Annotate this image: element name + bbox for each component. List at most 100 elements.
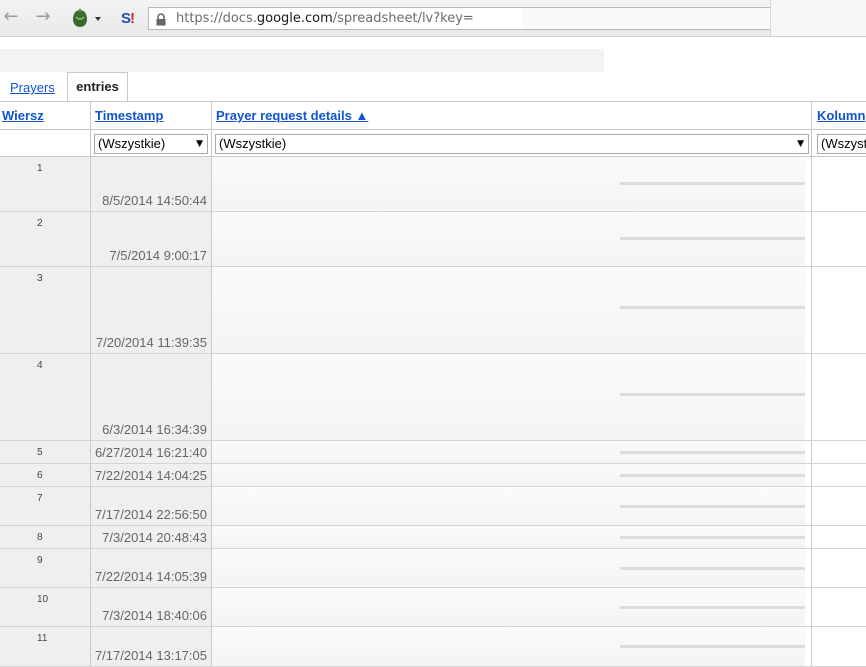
table-row[interactable]: 3 7/20/2014 11:39:35 — [0, 267, 866, 354]
timestamp-value: 7/17/2014 22:56:50 — [94, 507, 207, 522]
next-column-cell[interactable] — [812, 549, 866, 587]
timestamp-cell[interactable]: 7/17/2014 22:56:50 — [91, 487, 212, 525]
row-number: 4 — [0, 354, 91, 440]
timestamp-filter-select[interactable]: (Wszystkie) ▼ — [94, 134, 208, 154]
redaction-edge — [620, 474, 805, 477]
prayer-details-cell[interactable] — [212, 212, 812, 266]
row-number: 6 — [0, 464, 91, 486]
timestamp-value: 7/20/2014 11:39:35 — [95, 335, 207, 350]
next-column-cell[interactable] — [812, 526, 866, 548]
redaction-edge — [620, 306, 805, 309]
next-column-cell[interactable] — [812, 354, 866, 440]
prayer-details-cell[interactable] — [212, 627, 812, 666]
table-row[interactable]: 1 8/5/2014 14:50:44 — [0, 157, 866, 212]
column-header-timestamp[interactable]: Timestamp — [93, 102, 212, 130]
table-row[interactable]: 8 7/3/2014 20:48:43 — [0, 526, 866, 549]
back-icon[interactable]: ← — [0, 6, 22, 28]
column-header-next[interactable]: Kolumn — [815, 102, 866, 130]
column-divider — [90, 101, 91, 157]
next-column-cell[interactable] — [812, 464, 866, 486]
timestamp-cell[interactable]: 8/5/2014 14:50:44 — [91, 157, 212, 211]
table-row[interactable]: 10 7/3/2014 18:40:06 — [0, 588, 866, 627]
row-number: 11 — [0, 627, 91, 666]
redaction-edge — [620, 567, 805, 570]
column-header-prayer-request-details[interactable]: Prayer request details ▲ — [214, 102, 812, 130]
prayer-details-cell[interactable] — [212, 157, 812, 211]
table-row[interactable]: 9 7/22/2014 14:05:39 — [0, 549, 866, 588]
column-header-row[interactable]: Wiersz — [0, 102, 91, 130]
timestamp-cell[interactable]: 7/20/2014 11:39:35 — [91, 267, 212, 353]
stumbleupon-icon[interactable]: S ! — [120, 7, 138, 32]
table-row[interactable]: 6 7/22/2014 14:04:25 — [0, 464, 866, 487]
next-column-cell[interactable] — [812, 588, 866, 626]
forward-icon[interactable]: → — [32, 6, 54, 28]
timestamp-value: 7/17/2014 13:17:05 — [94, 648, 207, 663]
filter-row: (Wszystkie) ▼ (Wszystkie) ▼ (Wszysti — [0, 130, 866, 157]
extension-menu-icon[interactable] — [70, 7, 104, 34]
row-number: 7 — [0, 487, 91, 525]
column-divider — [211, 101, 212, 157]
prayer-details-cell[interactable] — [212, 588, 812, 626]
list-view-grid: Wiersz Timestamp Prayer request details … — [0, 101, 866, 667]
redaction-edge — [620, 645, 805, 648]
tab-prayers[interactable]: Prayers — [10, 80, 55, 95]
timestamp-cell[interactable]: 7/22/2014 14:04:25 — [91, 464, 212, 486]
dropdown-arrow-icon: ▼ — [797, 139, 804, 149]
redacted-content — [212, 588, 805, 626]
table-row[interactable]: 4 6/3/2014 16:34:39 — [0, 354, 866, 441]
prayer-details-cell[interactable] — [212, 441, 812, 463]
redacted-content — [212, 212, 805, 266]
timestamp-cell[interactable]: 7/3/2014 20:48:43 — [91, 526, 212, 548]
redacted-content — [212, 157, 805, 211]
redaction-edge — [620, 182, 805, 185]
prayer-details-cell[interactable] — [212, 549, 812, 587]
row-number: 10 — [0, 588, 91, 626]
redacted-content — [212, 354, 805, 440]
redacted-content — [212, 464, 805, 486]
next-column-cell[interactable] — [812, 157, 866, 211]
timestamp-cell[interactable]: 7/5/2014 9:00:17 — [91, 212, 212, 266]
lock-icon — [155, 13, 167, 31]
timestamp-value: 6/3/2014 16:34:39 — [102, 422, 207, 437]
header-row: Wiersz Timestamp Prayer request details … — [0, 101, 866, 130]
table-row[interactable]: 5 6/27/2014 16:21:40 — [0, 441, 866, 464]
address-bar[interactable]: https://docs.google.com/spreadsheet/lv?k… — [148, 7, 522, 30]
prayer-details-cell[interactable] — [212, 487, 812, 525]
timestamp-value: 7/5/2014 9:00:17 — [109, 248, 207, 263]
timestamp-value: 7/3/2014 18:40:06 — [102, 608, 207, 623]
next-column-cell[interactable] — [812, 441, 866, 463]
redaction-edge — [620, 536, 805, 539]
prayer-details-cell[interactable] — [212, 267, 812, 353]
redacted-content — [212, 526, 805, 548]
timestamp-value: 7/22/2014 14:05:39 — [94, 569, 207, 584]
timestamp-cell[interactable]: 7/22/2014 14:05:39 — [91, 549, 212, 587]
tab-entries[interactable]: entries — [67, 72, 128, 102]
url-text: https://docs.google.com/spreadsheet/lv?k… — [176, 11, 474, 26]
prayer-details-cell[interactable] — [212, 354, 812, 440]
timestamp-cell[interactable]: 6/27/2014 16:21:40 — [91, 441, 212, 463]
prayer-details-cell[interactable] — [212, 526, 812, 548]
redacted-content — [212, 549, 805, 587]
timestamp-cell[interactable]: 6/3/2014 16:34:39 — [91, 354, 212, 440]
table-row[interactable]: 7 7/17/2014 22:56:50 — [0, 487, 866, 526]
next-column-cell[interactable] — [812, 267, 866, 353]
next-column-cell[interactable] — [812, 627, 866, 666]
next-column-filter-select[interactable]: (Wszysti — [817, 134, 866, 154]
prayer-details-cell[interactable] — [212, 464, 812, 486]
redaction-edge — [620, 451, 805, 454]
redaction-edge — [620, 237, 805, 240]
timestamp-value: 7/22/2014 14:04:25 — [94, 468, 207, 483]
row-number: 3 — [0, 267, 91, 353]
next-column-cell[interactable] — [812, 212, 866, 266]
next-column-cell[interactable] — [812, 487, 866, 525]
timestamp-cell[interactable]: 7/17/2014 13:17:05 — [91, 627, 212, 666]
table-row[interactable]: 2 7/5/2014 9:00:17 — [0, 212, 866, 267]
timestamp-cell[interactable]: 7/3/2014 18:40:06 — [91, 588, 212, 626]
toolbar-right-area — [770, 0, 866, 36]
table-row[interactable]: 11 7/17/2014 13:17:05 — [0, 627, 866, 667]
spreadsheet-title-bar — [0, 49, 604, 72]
redaction-edge — [620, 393, 805, 396]
row-number: 9 — [0, 549, 91, 587]
timestamp-value: 7/3/2014 20:48:43 — [102, 530, 207, 545]
details-filter-select[interactable]: (Wszystkie) ▼ — [215, 134, 809, 154]
